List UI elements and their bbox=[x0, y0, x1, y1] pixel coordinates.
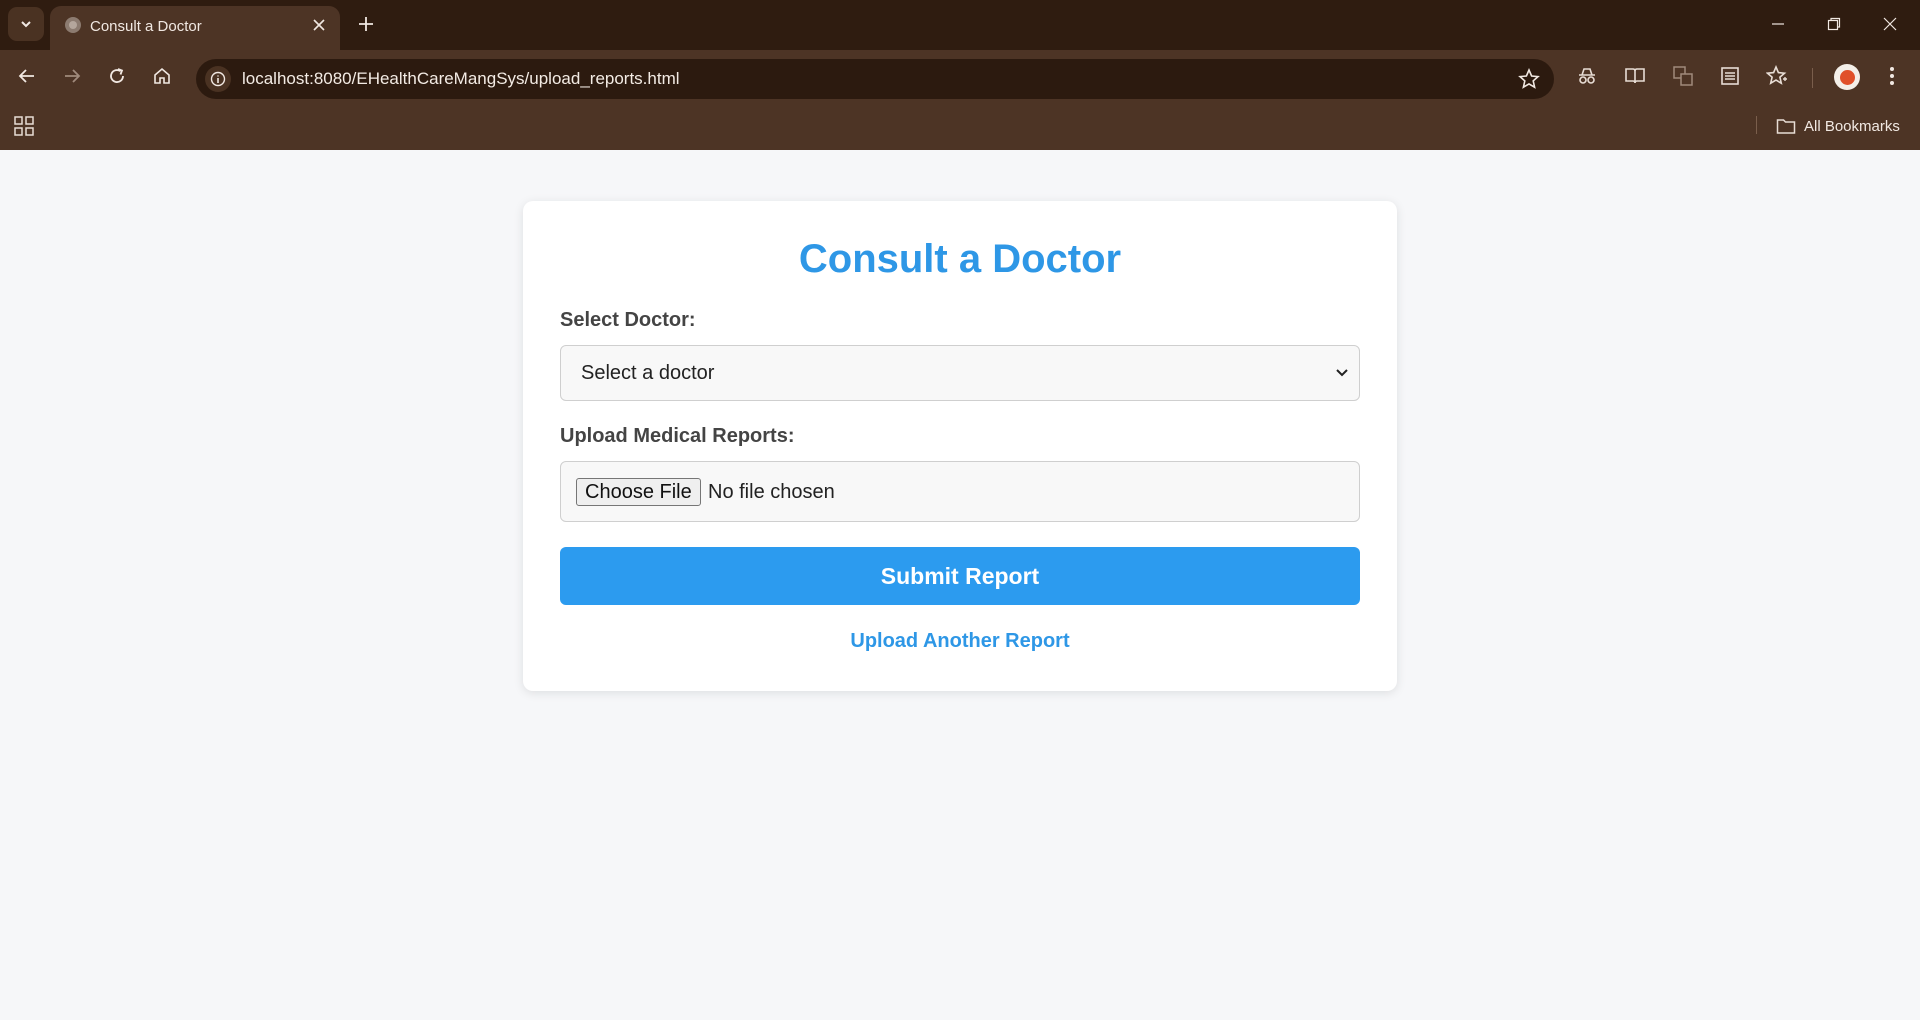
choose-file-button[interactable]: Choose File bbox=[576, 478, 701, 506]
incognito-icon bbox=[1579, 68, 1595, 84]
chevron-down-icon bbox=[1336, 369, 1348, 377]
site-info-button[interactable] bbox=[205, 66, 231, 92]
more-menu-icon bbox=[1890, 67, 1894, 85]
home-icon bbox=[154, 67, 170, 84]
incognito-button[interactable] bbox=[1574, 63, 1600, 89]
reader-mode-button[interactable] bbox=[1622, 63, 1648, 89]
folder-icon bbox=[1776, 119, 1796, 134]
reload-button[interactable] bbox=[101, 60, 133, 92]
toolbar-divider bbox=[1812, 68, 1813, 88]
all-bookmarks-label: All Bookmarks bbox=[1804, 117, 1900, 135]
chevron-down-icon bbox=[21, 21, 31, 28]
tab-search-button[interactable] bbox=[8, 7, 44, 41]
minimize-icon bbox=[1772, 23, 1784, 25]
back-icon bbox=[18, 69, 34, 83]
avatar[interactable] bbox=[1834, 64, 1860, 90]
close-icon bbox=[313, 19, 325, 31]
tab-title: Consult a Doctor bbox=[90, 18, 202, 35]
forward-icon bbox=[65, 69, 81, 83]
upload-reports-label: Upload Medical Reports: bbox=[560, 425, 795, 447]
active-tab[interactable]: Consult a Doctor bbox=[50, 6, 340, 50]
reader-mode-icon bbox=[1625, 68, 1645, 84]
select-doctor-label: Select Doctor: bbox=[560, 309, 696, 331]
consult-form-card: Consult a Doctor Select Doctor: Select a… bbox=[523, 201, 1397, 691]
more-menu-button[interactable] bbox=[1879, 63, 1905, 89]
page-title: Consult a Doctor bbox=[798, 237, 1122, 281]
back-button[interactable] bbox=[11, 60, 43, 92]
avatar-image bbox=[1839, 69, 1855, 85]
favorites-button[interactable] bbox=[1764, 63, 1790, 89]
globe-icon bbox=[65, 17, 81, 33]
window-close-button[interactable] bbox=[1862, 0, 1918, 48]
new-tab-button[interactable] bbox=[352, 10, 380, 38]
reading-list-button[interactable] bbox=[1717, 63, 1743, 89]
address-bar[interactable]: localhost:8080/EHealthCareMangSys/upload… bbox=[196, 59, 1554, 99]
reload-icon bbox=[110, 68, 124, 83]
submit-report-button[interactable]: Submit Report bbox=[560, 547, 1360, 605]
restore-button[interactable] bbox=[1806, 0, 1862, 48]
browser-toolbar: localhost:8080/EHealthCareMangSys/upload… bbox=[0, 50, 1920, 102]
plus-icon bbox=[359, 17, 373, 31]
upload-another-link[interactable]: Upload Another Report bbox=[523, 630, 1397, 653]
doctor-select-value: Select a doctor bbox=[581, 362, 715, 384]
info-icon bbox=[210, 71, 226, 87]
report-file-input[interactable]: Choose File No file chosen bbox=[560, 461, 1360, 522]
forward-button[interactable] bbox=[56, 60, 88, 92]
star-icon[interactable] bbox=[1518, 68, 1540, 90]
all-bookmarks-button[interactable]: All Bookmarks bbox=[1776, 114, 1900, 138]
favorites-icon bbox=[1766, 65, 1787, 85]
apps-grid-icon[interactable] bbox=[13, 115, 35, 137]
bookmarks-divider bbox=[1756, 116, 1757, 134]
tab-strip: Consult a Doctor bbox=[0, 0, 1920, 50]
tab-close-button[interactable] bbox=[308, 14, 330, 36]
reading-list-icon bbox=[1721, 67, 1739, 85]
url-text: localhost:8080/EHealthCareMangSys/upload… bbox=[242, 69, 680, 88]
file-status-text: No file chosen bbox=[708, 481, 835, 503]
window-close-icon bbox=[1883, 17, 1897, 31]
translate-button[interactable] bbox=[1670, 63, 1696, 89]
home-button[interactable] bbox=[146, 60, 178, 92]
translate-icon bbox=[1673, 66, 1693, 86]
restore-icon bbox=[1827, 17, 1841, 31]
bookmarks-bar: All Bookmarks bbox=[0, 102, 1920, 150]
doctor-select[interactable]: Select a doctor bbox=[560, 345, 1360, 401]
minimize-button[interactable] bbox=[1750, 0, 1806, 48]
